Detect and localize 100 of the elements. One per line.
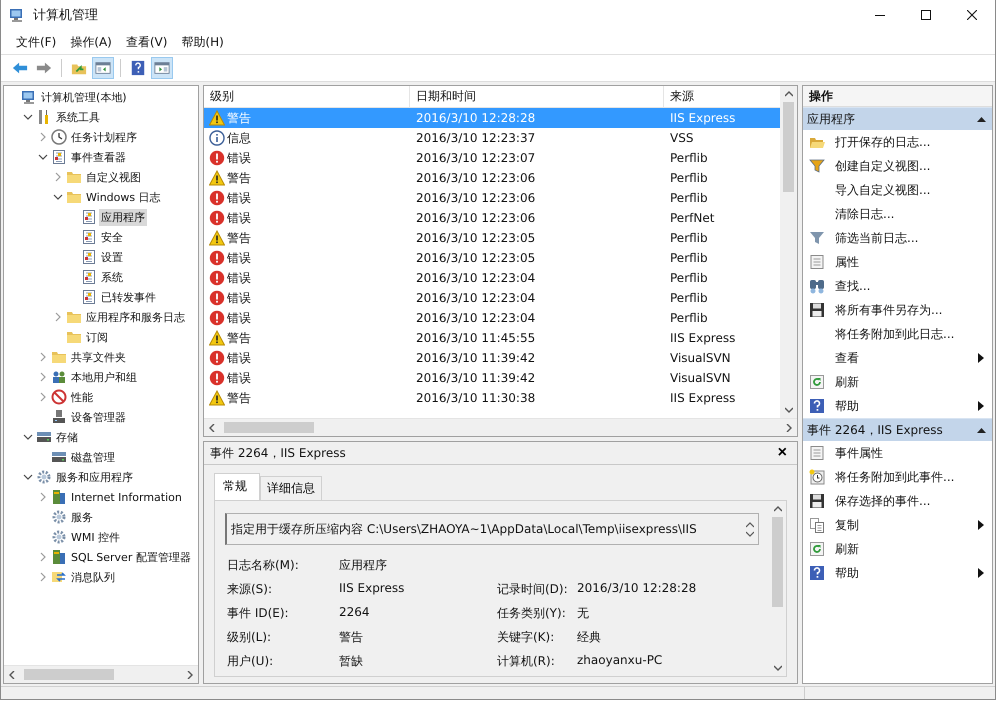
table-row[interactable]: 警告 2016/3/10 12:23:05 Perflib bbox=[204, 228, 780, 248]
tree-item[interactable]: 消息队列 bbox=[69, 568, 117, 586]
tree-item[interactable]: 系统 bbox=[99, 268, 125, 286]
tree-item[interactable]: 安全 bbox=[99, 228, 125, 246]
tree-item[interactable]: 订阅 bbox=[84, 328, 110, 346]
menu-item[interactable]: 文件(F) bbox=[11, 32, 62, 52]
collapse-chevron-icon[interactable] bbox=[23, 432, 33, 442]
action-item[interactable]: 创建自定义视图... bbox=[835, 158, 984, 174]
tree-item[interactable]: SQL Server 配置管理器 bbox=[69, 548, 193, 566]
scrollbar-thumb[interactable] bbox=[772, 517, 783, 607]
table-row[interactable]: 错误 2016/3/10 12:23:04 Perflib bbox=[204, 288, 780, 308]
tree-item[interactable]: 服务 bbox=[69, 508, 95, 526]
action-item[interactable]: 将任务附加到此事件... bbox=[835, 468, 984, 486]
table-row[interactable]: 信息 2016/3/10 12:23:37 VSS bbox=[204, 128, 780, 148]
tab[interactable]: 常规 bbox=[214, 473, 260, 500]
scroll-left-icon[interactable] bbox=[208, 424, 216, 432]
tree-item[interactable]: 计算机管理(本地) bbox=[39, 88, 129, 106]
action-item[interactable]: 保存选择的事件... bbox=[835, 492, 984, 510]
expand-chevron-icon[interactable] bbox=[38, 572, 48, 582]
scroll-down-icon[interactable] bbox=[784, 406, 792, 414]
column-header[interactable]: 日期和时间 bbox=[410, 86, 664, 107]
scrollbar-thumb[interactable] bbox=[24, 669, 114, 680]
expand-chevron-icon[interactable] bbox=[38, 392, 48, 402]
table-row[interactable]: 警告 2016/3/10 12:23:06 Perflib bbox=[204, 168, 780, 188]
expand-chevron-icon[interactable] bbox=[38, 372, 48, 382]
tree-item[interactable]: 磁盘管理 bbox=[69, 448, 117, 466]
expand-chevron-icon[interactable] bbox=[38, 552, 48, 562]
tree-item[interactable]: 存储 bbox=[54, 428, 80, 446]
scrollbar-thumb[interactable] bbox=[783, 102, 794, 192]
tree-item[interactable]: WMI 控件 bbox=[69, 528, 122, 546]
action-item[interactable]: 属性 bbox=[835, 254, 984, 270]
collapse-caret-icon[interactable] bbox=[977, 427, 986, 433]
table-row[interactable]: 错误 2016/3/10 12:23:05 Perflib bbox=[204, 248, 780, 268]
tree-item[interactable]: 事件查看器 bbox=[69, 148, 128, 166]
table-row[interactable]: 错误 2016/3/10 12:23:04 Perflib bbox=[204, 268, 780, 288]
tree-item[interactable]: 系统工具 bbox=[54, 108, 102, 126]
table-row[interactable]: 错误 2016/3/10 11:39:42 VisualSVN bbox=[204, 368, 780, 388]
action-item[interactable]: 复制 bbox=[835, 516, 968, 534]
column-header[interactable]: 来源 bbox=[664, 86, 780, 107]
toolbar-button[interactable] bbox=[92, 57, 114, 79]
toolbar-button[interactable] bbox=[151, 57, 173, 79]
tree-item[interactable]: Windows 日志 bbox=[84, 188, 163, 206]
scroll-up-icon[interactable] bbox=[746, 522, 754, 528]
collapse-caret-icon[interactable] bbox=[977, 116, 986, 122]
collapse-chevron-icon[interactable] bbox=[53, 192, 63, 202]
action-item[interactable]: 将任务附加到此日志... bbox=[835, 326, 984, 342]
scroll-left-icon[interactable] bbox=[8, 670, 16, 678]
tree-item[interactable]: 共享文件夹 bbox=[69, 348, 128, 366]
tree-item[interactable]: 服务和应用程序 bbox=[54, 468, 135, 486]
tree-item[interactable]: 自定义视图 bbox=[84, 168, 143, 186]
table-row[interactable]: 错误 2016/3/10 11:39:42 VisualSVN bbox=[204, 348, 780, 368]
collapse-chevron-icon[interactable] bbox=[38, 152, 48, 162]
collapse-chevron-icon[interactable] bbox=[23, 112, 33, 122]
menu-item[interactable]: 操作(A) bbox=[65, 32, 117, 52]
close-button[interactable]: × bbox=[774, 444, 791, 462]
tree-item[interactable]: 应用程序 bbox=[99, 208, 147, 226]
expand-chevron-icon[interactable] bbox=[53, 312, 63, 322]
tree-item[interactable]: 应用程序和服务日志 bbox=[84, 308, 187, 326]
table-row[interactable]: 错误 2016/3/10 12:23:06 Perflib bbox=[204, 188, 780, 208]
action-item[interactable]: 清除日志... bbox=[835, 206, 984, 222]
column-header[interactable]: 级别 bbox=[204, 86, 410, 107]
tree-item[interactable]: 设备管理器 bbox=[69, 408, 128, 426]
scroll-right-icon[interactable] bbox=[186, 670, 194, 678]
tree-item[interactable]: Internet Information bbox=[69, 490, 184, 504]
menu-item[interactable]: 帮助(H) bbox=[176, 32, 229, 52]
scroll-up-icon[interactable] bbox=[774, 505, 782, 513]
tab[interactable]: 详细信息 bbox=[260, 476, 322, 500]
collapse-chevron-icon[interactable] bbox=[23, 472, 33, 482]
scroll-down-icon[interactable] bbox=[774, 664, 782, 672]
action-item[interactable]: 筛选当前日志... bbox=[835, 230, 984, 246]
table-row[interactable]: 错误 2016/3/10 12:23:07 Perflib bbox=[204, 148, 780, 168]
table-row[interactable]: 错误 2016/3/10 12:23:04 Perflib bbox=[204, 308, 780, 328]
tree-item[interactable]: 性能 bbox=[69, 388, 95, 406]
action-item[interactable]: 查看 bbox=[835, 350, 968, 366]
expand-chevron-icon[interactable] bbox=[53, 172, 63, 182]
action-item[interactable]: 刷新 bbox=[835, 540, 984, 558]
tree-item[interactable]: 设置 bbox=[99, 248, 125, 266]
table-row[interactable]: 警告 2016/3/10 11:45:55 IIS Express bbox=[204, 328, 780, 348]
action-item[interactable]: 帮助 bbox=[835, 398, 968, 414]
expand-chevron-icon[interactable] bbox=[38, 132, 48, 142]
action-item[interactable]: 帮助 bbox=[835, 564, 968, 582]
action-item[interactable]: 事件属性 bbox=[835, 444, 984, 462]
tree-item[interactable]: 已转发事件 bbox=[99, 288, 158, 306]
table-row[interactable]: 错误 2016/3/10 12:23:06 PerfNet bbox=[204, 208, 780, 228]
scroll-down-icon[interactable] bbox=[746, 530, 754, 536]
action-item[interactable]: 导入自定义视图... bbox=[835, 182, 984, 198]
action-item[interactable]: 将所有事件另存为... bbox=[835, 302, 984, 318]
expand-chevron-icon[interactable] bbox=[38, 492, 48, 502]
description-field[interactable]: 指定用于缓存所压缩内容 C:\Users\ZHAOYA~1\AppData\Local\Temp\iisexpress\IIS bbox=[225, 513, 759, 545]
scroll-up-icon[interactable] bbox=[784, 90, 792, 98]
action-item[interactable]: 查找... bbox=[835, 278, 984, 294]
scroll-right-icon[interactable] bbox=[785, 424, 793, 432]
tree-item[interactable]: 本地用户和组 bbox=[69, 368, 139, 386]
scrollbar-thumb[interactable] bbox=[224, 422, 314, 433]
tree-item[interactable]: 任务计划程序 bbox=[69, 128, 139, 146]
table-row[interactable]: 警告 2016/3/10 11:30:38 IIS Express bbox=[204, 388, 780, 408]
action-item[interactable]: 刷新 bbox=[835, 374, 984, 390]
action-item[interactable]: 打开保存的日志... bbox=[835, 134, 984, 150]
menu-item[interactable]: 查看(V) bbox=[120, 32, 172, 52]
expand-chevron-icon[interactable] bbox=[38, 352, 48, 362]
